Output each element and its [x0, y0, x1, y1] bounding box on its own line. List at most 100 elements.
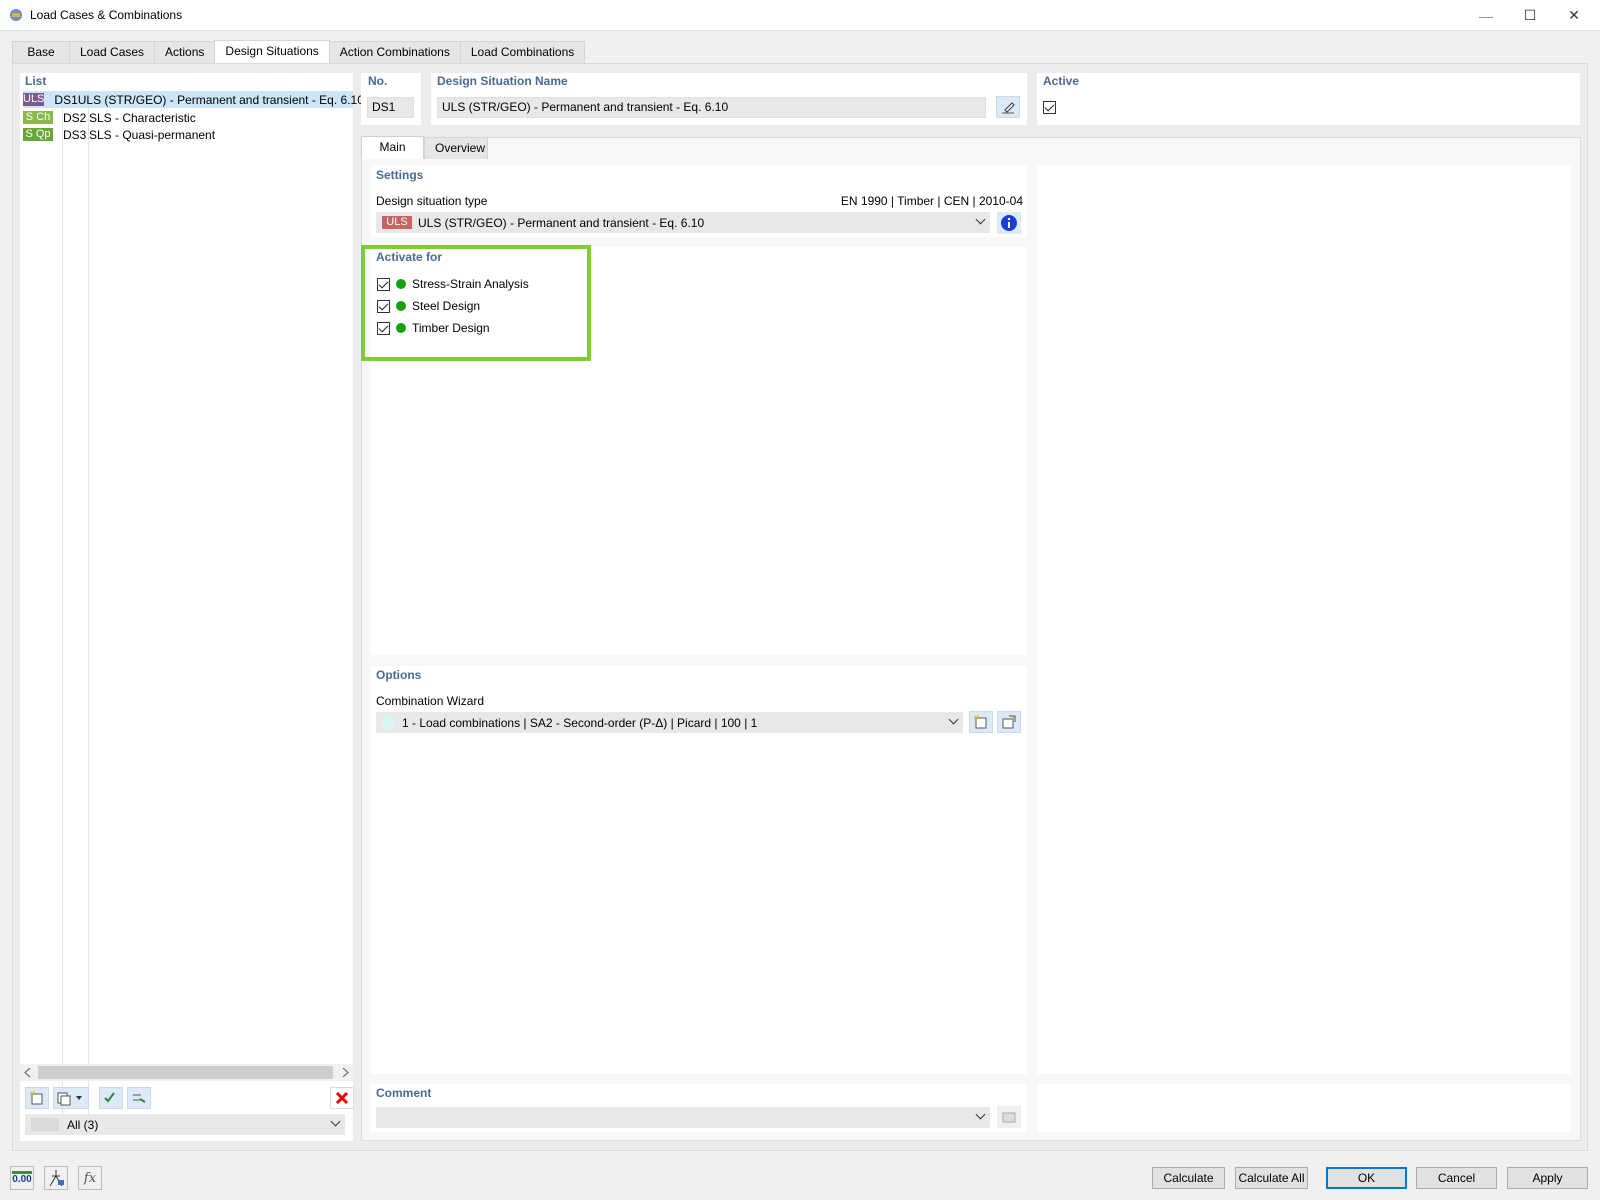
- status-dot-icon: [396, 301, 406, 311]
- app-icon: [10, 9, 22, 21]
- activate-stress-strain[interactable]: Stress-Strain Analysis: [377, 277, 529, 291]
- name-panel: Design Situation Name ULS (STR/GEO) - Pe…: [431, 73, 1027, 125]
- scroll-right-icon[interactable]: [341, 1068, 349, 1077]
- scroll-left-icon[interactable]: [24, 1068, 32, 1077]
- steel-design-label: Steel Design: [412, 299, 481, 313]
- model-icon[interactable]: [44, 1166, 68, 1190]
- list-item-no: DS3: [63, 127, 87, 142]
- maximize-icon: ☐: [1523, 7, 1537, 23]
- calculate-button[interactable]: Calculate: [1152, 1167, 1225, 1189]
- filter-value: All (3): [67, 1117, 99, 1132]
- stress-strain-checkbox[interactable]: [377, 277, 390, 291]
- list-panel: List ULS DS1 ULS (STR/GEO) - Permanent a…: [20, 73, 364, 1141]
- edit-wizard-icon[interactable]: [997, 711, 1021, 733]
- settings-panel: Settings Design situation type EN 1990 |…: [371, 165, 1027, 237]
- list-item-name: SLS - Characteristic: [89, 110, 196, 125]
- status-badge: S Ch: [23, 111, 53, 124]
- new-item-icon[interactable]: [25, 1087, 49, 1109]
- cancel-button[interactable]: Cancel: [1416, 1167, 1497, 1189]
- main-tabs: Base Load Cases Actions Design Situation…: [12, 40, 586, 63]
- list-item-name: ULS (STR/GEO) - Permanent and transient …: [77, 92, 364, 107]
- copy-item-icon[interactable]: [53, 1087, 89, 1109]
- window-title: Load Cases & Combinations: [30, 8, 183, 22]
- list-title: List: [25, 74, 47, 88]
- list-item-no: DS2: [63, 110, 87, 125]
- type-badge: ULS: [382, 216, 412, 229]
- active-label: Active: [1043, 74, 1080, 88]
- filter-color-swatch: [31, 1118, 59, 1131]
- chevron-down-icon: [975, 1109, 986, 1120]
- status-badge: ULS: [23, 93, 45, 106]
- horizontal-scrollbar[interactable]: [20, 1064, 353, 1081]
- settings-title: Settings: [376, 168, 424, 182]
- status-badge: S Qp: [23, 128, 53, 141]
- preview-panel: [1037, 165, 1571, 1074]
- combination-wizard-dropdown[interactable]: 1 - Load combinations | SA2 - Second-ord…: [376, 712, 963, 733]
- steel-design-checkbox[interactable]: [377, 299, 390, 313]
- comment-library-icon[interactable]: [997, 1106, 1021, 1128]
- edit-name-icon[interactable]: [996, 96, 1020, 118]
- ok-button[interactable]: OK: [1326, 1167, 1407, 1189]
- timber-design-label: Timber Design: [412, 321, 490, 335]
- type-value: ULS (STR/GEO) - Permanent and transient …: [418, 215, 705, 230]
- activate-steel-design[interactable]: Steel Design: [377, 299, 480, 313]
- title-bar: Load Cases & Combinations — ☐ ✕: [0, 0, 1600, 31]
- design-situation-type-label: Design situation type: [376, 194, 488, 208]
- list-item-ds2[interactable]: S Ch DS2 SLS - Characteristic: [23, 109, 196, 126]
- status-dot-icon: [396, 323, 406, 333]
- name-label: Design Situation Name: [437, 74, 568, 88]
- no-field[interactable]: DS1: [367, 97, 414, 118]
- list-filter-dropdown[interactable]: All (3): [25, 1114, 345, 1135]
- list-item-no: DS1: [54, 92, 78, 107]
- uncheck-icon[interactable]: [127, 1087, 151, 1109]
- info-icon[interactable]: [997, 212, 1021, 234]
- wizard-color-swatch: [382, 716, 394, 729]
- formula-icon[interactable]: fx: [78, 1166, 102, 1190]
- status-dot-icon: [396, 279, 406, 289]
- activate-for-title: Activate for: [376, 250, 443, 264]
- stress-strain-label: Stress-Strain Analysis: [412, 277, 529, 291]
- new-wizard-icon[interactable]: [969, 711, 993, 733]
- comment-field[interactable]: [376, 1107, 990, 1128]
- design-situation-type-dropdown[interactable]: ULS ULS (STR/GEO) - Permanent and transi…: [376, 212, 990, 233]
- tab-actions[interactable]: Actions: [154, 41, 216, 63]
- subtab-main[interactable]: Main: [361, 136, 424, 159]
- minimize-icon: —: [1479, 7, 1493, 24]
- close-button[interactable]: ✕: [1551, 0, 1597, 31]
- check-all-icon[interactable]: [99, 1087, 123, 1109]
- tab-base[interactable]: Base: [12, 41, 70, 63]
- no-label: No.: [368, 74, 388, 88]
- activate-timber-design[interactable]: Timber Design: [377, 321, 490, 335]
- list-toolbar: [25, 1087, 354, 1109]
- units-icon[interactable]: 0.00: [10, 1166, 34, 1190]
- comment-panel: Comment: [371, 1084, 1027, 1132]
- comment-title: Comment: [376, 1086, 432, 1100]
- timber-design-checkbox[interactable]: [377, 321, 390, 335]
- comment-preview-panel: [1037, 1084, 1571, 1132]
- wizard-value: 1 - Load combinations | SA2 - Second-ord…: [402, 715, 758, 730]
- tab-load-combinations[interactable]: Load Combinations: [459, 41, 586, 63]
- list-item-ds1[interactable]: ULS DS1 ULS (STR/GEO) - Permanent and tr…: [23, 91, 364, 108]
- chevron-down-icon: [975, 214, 986, 225]
- subtab-overview[interactable]: Overview: [424, 137, 488, 159]
- tab-design-situations[interactable]: Design Situations: [214, 40, 330, 63]
- close-icon: ✕: [1568, 7, 1580, 23]
- apply-button[interactable]: Apply: [1507, 1167, 1588, 1189]
- tab-action-combinations[interactable]: Action Combinations: [328, 41, 461, 63]
- list-item-ds3[interactable]: S Qp DS3 SLS - Quasi-permanent: [23, 126, 215, 143]
- maximize-button[interactable]: ☐: [1507, 0, 1553, 31]
- footer-tools: 0.00 fx: [10, 1166, 102, 1190]
- options-panel: Options Combination Wizard 1 - Load comb…: [371, 666, 1027, 1074]
- scrollbar-thumb[interactable]: [38, 1066, 333, 1079]
- calculate-all-button[interactable]: Calculate All: [1235, 1167, 1308, 1189]
- combination-wizard-label: Combination Wizard: [376, 694, 485, 708]
- standard-label: EN 1990 | Timber | CEN | 2010-04: [840, 194, 1023, 208]
- tab-load-cases[interactable]: Load Cases: [69, 41, 156, 63]
- active-checkbox[interactable]: [1043, 101, 1056, 114]
- minimize-button[interactable]: —: [1463, 0, 1509, 31]
- chevron-down-icon: [948, 714, 959, 725]
- design-situation-name-field[interactable]: ULS (STR/GEO) - Permanent and transient …: [437, 97, 986, 118]
- no-panel: No. DS1: [361, 73, 421, 125]
- list-item-name: SLS - Quasi-permanent: [89, 127, 216, 142]
- delete-icon[interactable]: [330, 1087, 354, 1109]
